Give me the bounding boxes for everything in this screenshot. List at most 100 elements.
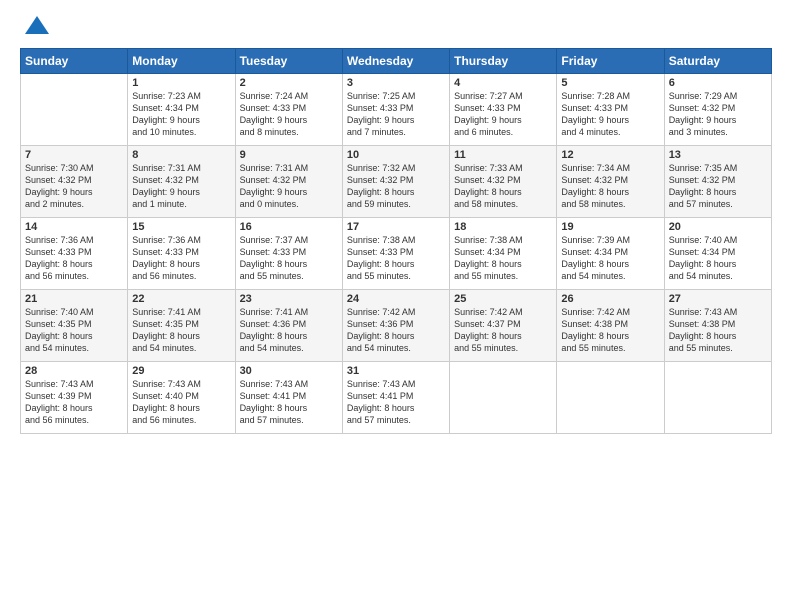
day-number: 4 xyxy=(454,77,552,89)
calendar-week-row: 1Sunrise: 7:23 AM Sunset: 4:34 PM Daylig… xyxy=(21,74,772,146)
day-info: Sunrise: 7:24 AM Sunset: 4:33 PM Dayligh… xyxy=(240,90,338,139)
day-info: Sunrise: 7:23 AM Sunset: 4:34 PM Dayligh… xyxy=(132,90,230,139)
calendar-cell: 10Sunrise: 7:32 AM Sunset: 4:32 PM Dayli… xyxy=(342,146,449,218)
day-info: Sunrise: 7:35 AM Sunset: 4:32 PM Dayligh… xyxy=(669,162,767,211)
day-number: 6 xyxy=(669,77,767,89)
day-info: Sunrise: 7:40 AM Sunset: 4:34 PM Dayligh… xyxy=(669,234,767,283)
day-info: Sunrise: 7:42 AM Sunset: 4:37 PM Dayligh… xyxy=(454,306,552,355)
day-number: 16 xyxy=(240,221,338,233)
day-number: 9 xyxy=(240,149,338,161)
day-number: 2 xyxy=(240,77,338,89)
calendar-cell: 24Sunrise: 7:42 AM Sunset: 4:36 PM Dayli… xyxy=(342,290,449,362)
day-info: Sunrise: 7:37 AM Sunset: 4:33 PM Dayligh… xyxy=(240,234,338,283)
day-number: 13 xyxy=(669,149,767,161)
calendar-cell: 13Sunrise: 7:35 AM Sunset: 4:32 PM Dayli… xyxy=(664,146,771,218)
day-info: Sunrise: 7:31 AM Sunset: 4:32 PM Dayligh… xyxy=(240,162,338,211)
page-container: SundayMondayTuesdayWednesdayThursdayFrid… xyxy=(0,0,792,444)
calendar-cell: 6Sunrise: 7:29 AM Sunset: 4:32 PM Daylig… xyxy=(664,74,771,146)
calendar-cell: 12Sunrise: 7:34 AM Sunset: 4:32 PM Dayli… xyxy=(557,146,664,218)
col-header-thursday: Thursday xyxy=(450,49,557,74)
day-info: Sunrise: 7:42 AM Sunset: 4:36 PM Dayligh… xyxy=(347,306,445,355)
calendar-cell xyxy=(21,74,128,146)
day-number: 31 xyxy=(347,365,445,377)
day-info: Sunrise: 7:40 AM Sunset: 4:35 PM Dayligh… xyxy=(25,306,123,355)
day-number: 11 xyxy=(454,149,552,161)
day-number: 26 xyxy=(561,293,659,305)
calendar-week-row: 21Sunrise: 7:40 AM Sunset: 4:35 PM Dayli… xyxy=(21,290,772,362)
day-info: Sunrise: 7:38 AM Sunset: 4:34 PM Dayligh… xyxy=(454,234,552,283)
day-number: 7 xyxy=(25,149,123,161)
day-info: Sunrise: 7:29 AM Sunset: 4:32 PM Dayligh… xyxy=(669,90,767,139)
calendar-cell: 30Sunrise: 7:43 AM Sunset: 4:41 PM Dayli… xyxy=(235,362,342,434)
col-header-friday: Friday xyxy=(557,49,664,74)
logo xyxy=(20,16,51,40)
day-number: 3 xyxy=(347,77,445,89)
day-info: Sunrise: 7:27 AM Sunset: 4:33 PM Dayligh… xyxy=(454,90,552,139)
calendar-cell: 9Sunrise: 7:31 AM Sunset: 4:32 PM Daylig… xyxy=(235,146,342,218)
day-info: Sunrise: 7:41 AM Sunset: 4:35 PM Dayligh… xyxy=(132,306,230,355)
day-number: 21 xyxy=(25,293,123,305)
day-info: Sunrise: 7:34 AM Sunset: 4:32 PM Dayligh… xyxy=(561,162,659,211)
day-info: Sunrise: 7:32 AM Sunset: 4:32 PM Dayligh… xyxy=(347,162,445,211)
day-info: Sunrise: 7:33 AM Sunset: 4:32 PM Dayligh… xyxy=(454,162,552,211)
calendar-cell: 18Sunrise: 7:38 AM Sunset: 4:34 PM Dayli… xyxy=(450,218,557,290)
calendar-cell: 15Sunrise: 7:36 AM Sunset: 4:33 PM Dayli… xyxy=(128,218,235,290)
day-number: 29 xyxy=(132,365,230,377)
day-info: Sunrise: 7:43 AM Sunset: 4:40 PM Dayligh… xyxy=(132,378,230,427)
calendar-cell: 21Sunrise: 7:40 AM Sunset: 4:35 PM Dayli… xyxy=(21,290,128,362)
calendar-cell: 2Sunrise: 7:24 AM Sunset: 4:33 PM Daylig… xyxy=(235,74,342,146)
calendar-cell: 5Sunrise: 7:28 AM Sunset: 4:33 PM Daylig… xyxy=(557,74,664,146)
day-number: 23 xyxy=(240,293,338,305)
calendar-cell: 16Sunrise: 7:37 AM Sunset: 4:33 PM Dayli… xyxy=(235,218,342,290)
day-info: Sunrise: 7:36 AM Sunset: 4:33 PM Dayligh… xyxy=(25,234,123,283)
col-header-tuesday: Tuesday xyxy=(235,49,342,74)
day-number: 20 xyxy=(669,221,767,233)
calendar-cell: 11Sunrise: 7:33 AM Sunset: 4:32 PM Dayli… xyxy=(450,146,557,218)
day-info: Sunrise: 7:31 AM Sunset: 4:32 PM Dayligh… xyxy=(132,162,230,211)
day-info: Sunrise: 7:42 AM Sunset: 4:38 PM Dayligh… xyxy=(561,306,659,355)
day-number: 8 xyxy=(132,149,230,161)
day-info: Sunrise: 7:41 AM Sunset: 4:36 PM Dayligh… xyxy=(240,306,338,355)
calendar-cell: 7Sunrise: 7:30 AM Sunset: 4:32 PM Daylig… xyxy=(21,146,128,218)
calendar-week-row: 28Sunrise: 7:43 AM Sunset: 4:39 PM Dayli… xyxy=(21,362,772,434)
calendar-cell: 14Sunrise: 7:36 AM Sunset: 4:33 PM Dayli… xyxy=(21,218,128,290)
calendar-cell xyxy=(664,362,771,434)
day-number: 27 xyxy=(669,293,767,305)
day-info: Sunrise: 7:36 AM Sunset: 4:33 PM Dayligh… xyxy=(132,234,230,283)
calendar-cell: 20Sunrise: 7:40 AM Sunset: 4:34 PM Dayli… xyxy=(664,218,771,290)
calendar-header-row: SundayMondayTuesdayWednesdayThursdayFrid… xyxy=(21,49,772,74)
day-number: 1 xyxy=(132,77,230,89)
calendar-cell: 17Sunrise: 7:38 AM Sunset: 4:33 PM Dayli… xyxy=(342,218,449,290)
col-header-wednesday: Wednesday xyxy=(342,49,449,74)
calendar-cell: 23Sunrise: 7:41 AM Sunset: 4:36 PM Dayli… xyxy=(235,290,342,362)
day-number: 24 xyxy=(347,293,445,305)
day-info: Sunrise: 7:39 AM Sunset: 4:34 PM Dayligh… xyxy=(561,234,659,283)
calendar-cell: 4Sunrise: 7:27 AM Sunset: 4:33 PM Daylig… xyxy=(450,74,557,146)
day-number: 22 xyxy=(132,293,230,305)
calendar-table: SundayMondayTuesdayWednesdayThursdayFrid… xyxy=(20,48,772,434)
day-number: 18 xyxy=(454,221,552,233)
calendar-cell xyxy=(557,362,664,434)
day-number: 17 xyxy=(347,221,445,233)
day-number: 25 xyxy=(454,293,552,305)
col-header-monday: Monday xyxy=(128,49,235,74)
calendar-cell: 31Sunrise: 7:43 AM Sunset: 4:41 PM Dayli… xyxy=(342,362,449,434)
calendar-cell: 22Sunrise: 7:41 AM Sunset: 4:35 PM Dayli… xyxy=(128,290,235,362)
calendar-cell: 19Sunrise: 7:39 AM Sunset: 4:34 PM Dayli… xyxy=(557,218,664,290)
calendar-cell xyxy=(450,362,557,434)
day-info: Sunrise: 7:43 AM Sunset: 4:41 PM Dayligh… xyxy=(240,378,338,427)
day-info: Sunrise: 7:28 AM Sunset: 4:33 PM Dayligh… xyxy=(561,90,659,139)
day-number: 15 xyxy=(132,221,230,233)
calendar-cell: 28Sunrise: 7:43 AM Sunset: 4:39 PM Dayli… xyxy=(21,362,128,434)
day-info: Sunrise: 7:25 AM Sunset: 4:33 PM Dayligh… xyxy=(347,90,445,139)
calendar-cell: 27Sunrise: 7:43 AM Sunset: 4:38 PM Dayli… xyxy=(664,290,771,362)
calendar-cell: 1Sunrise: 7:23 AM Sunset: 4:34 PM Daylig… xyxy=(128,74,235,146)
calendar-cell: 25Sunrise: 7:42 AM Sunset: 4:37 PM Dayli… xyxy=(450,290,557,362)
day-number: 30 xyxy=(240,365,338,377)
day-info: Sunrise: 7:38 AM Sunset: 4:33 PM Dayligh… xyxy=(347,234,445,283)
calendar-cell: 3Sunrise: 7:25 AM Sunset: 4:33 PM Daylig… xyxy=(342,74,449,146)
day-info: Sunrise: 7:43 AM Sunset: 4:39 PM Dayligh… xyxy=(25,378,123,427)
day-info: Sunrise: 7:43 AM Sunset: 4:38 PM Dayligh… xyxy=(669,306,767,355)
calendar-week-row: 7Sunrise: 7:30 AM Sunset: 4:32 PM Daylig… xyxy=(21,146,772,218)
day-number: 5 xyxy=(561,77,659,89)
